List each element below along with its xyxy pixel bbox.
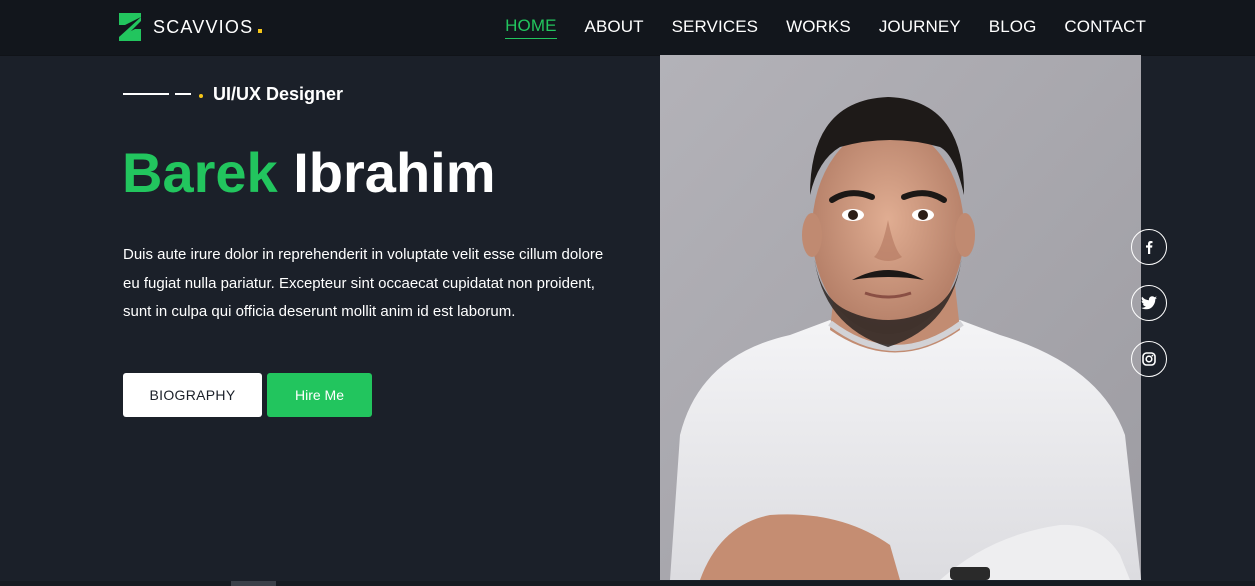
- hero-name: Barek Ibrahim: [122, 140, 496, 206]
- main-nav: HOME ABOUT SERVICES WORKS JOURNEY BLOG C…: [477, 0, 1146, 55]
- brand-dot: [258, 29, 263, 33]
- hero-first-name: Barek: [122, 141, 278, 204]
- profile-photo: [660, 55, 1141, 580]
- nav-item-about[interactable]: ABOUT: [585, 17, 644, 39]
- hero-last-name: Ibrahim: [293, 141, 496, 204]
- nav-item-works[interactable]: WORKS: [786, 17, 851, 39]
- hero-description: Duis aute irure dolor in reprehenderit i…: [123, 246, 604, 320]
- nav-item-journey[interactable]: JOURNEY: [879, 17, 961, 39]
- bottom-edge: [0, 581, 1255, 586]
- twitter-link[interactable]: [1131, 285, 1167, 321]
- tagline-dot: [199, 94, 203, 98]
- page: SCAVVIOS HOME ABOUT SERVICES WORKS JOURN…: [0, 0, 1255, 586]
- nav-item-blog[interactable]: BLOG: [989, 17, 1037, 39]
- portrait-illustration: [660, 55, 1141, 580]
- brand-logo[interactable]: SCAVVIOS: [119, 12, 263, 42]
- site-header: SCAVVIOS HOME ABOUT SERVICES WORKS JOURN…: [0, 0, 1255, 55]
- hero-role: UI/UX Designer: [213, 83, 344, 104]
- scavvios-logo-mark-icon: [119, 13, 141, 41]
- nav-item-home[interactable]: HOME: [505, 16, 557, 39]
- facebook-link[interactable]: [1131, 229, 1167, 265]
- facebook-icon: [1146, 241, 1153, 254]
- page-scroll-indicator[interactable]: [231, 581, 276, 586]
- twitter-icon: [1141, 296, 1157, 310]
- tagline-decor-short-line: [175, 93, 191, 95]
- nav-item-contact[interactable]: CONTACT: [1064, 17, 1146, 39]
- instagram-link[interactable]: [1131, 341, 1167, 377]
- brand-name: SCAVVIOS: [153, 16, 254, 37]
- biography-button[interactable]: BIOGRAPHY: [123, 373, 262, 417]
- instagram-icon: [1142, 352, 1156, 366]
- nav-item-services[interactable]: SERVICES: [672, 17, 758, 39]
- tagline-decor-line: [123, 93, 169, 95]
- hire-me-button[interactable]: Hire Me: [267, 373, 372, 417]
- hero-tagline: UI/UX Designer: [123, 83, 343, 105]
